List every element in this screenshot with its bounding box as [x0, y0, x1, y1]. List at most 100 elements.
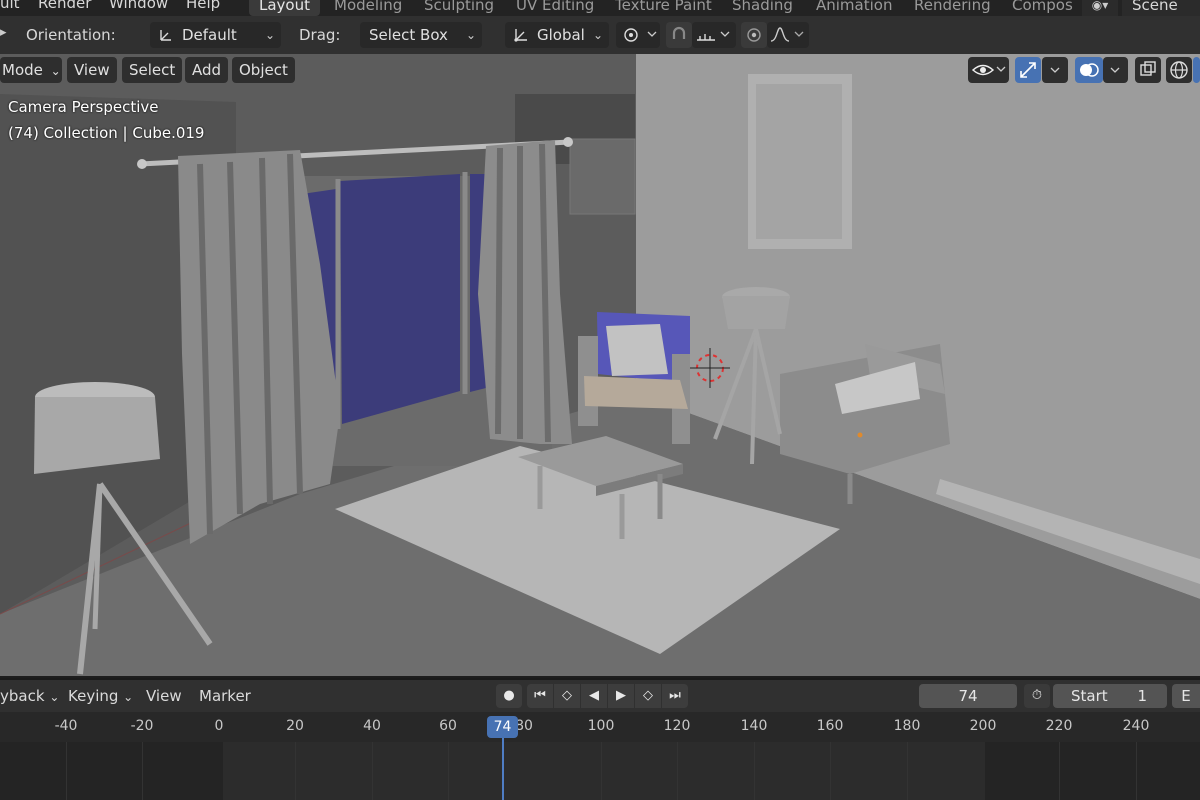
grid-line: [372, 742, 373, 800]
tab-texture-paint[interactable]: Texture Paint: [605, 0, 722, 16]
timeline-view-menu[interactable]: View: [146, 687, 182, 705]
gizmo-dropdown[interactable]: [1042, 57, 1068, 83]
ruler-tick: 160: [816, 718, 844, 734]
3d-viewport[interactable]: Mode ⌄ View Select Add Object Camera Per…: [0, 54, 1200, 676]
jump-end-button[interactable]: ⏭: [662, 684, 688, 708]
wireframe-sphere-icon: [1170, 61, 1188, 79]
drag-label: Drag:: [299, 26, 341, 44]
menu-object[interactable]: Object: [232, 57, 295, 83]
visibility-dropdown[interactable]: [968, 57, 1009, 83]
orientation-dropdown[interactable]: Default ⌄: [150, 22, 281, 48]
top-menu-bar: uit Render Window Help Layout Modeling S…: [0, 0, 1200, 16]
tab-shading[interactable]: Shading: [722, 0, 803, 16]
menu-window[interactable]: Window: [109, 0, 168, 12]
magnet-icon: [672, 26, 686, 39]
ruler-tick: 180: [893, 718, 921, 734]
collection-info-text: (74) Collection | Cube.019: [8, 124, 205, 142]
marker-menu[interactable]: Marker: [199, 687, 251, 705]
xray-squares-icon: [1140, 61, 1156, 76]
menu-help[interactable]: Help: [186, 0, 220, 12]
ruler-tick: 0: [214, 718, 224, 734]
grid-line: [754, 742, 755, 800]
grid-line: [448, 742, 449, 800]
tab-sculpting[interactable]: Sculpting: [414, 0, 504, 16]
menu-select[interactable]: Select: [122, 57, 183, 83]
gizmo-toggle-button[interactable]: [1015, 57, 1041, 83]
menu-edit[interactable]: uit: [0, 0, 20, 12]
grid-line: [66, 742, 67, 800]
prev-keyframe-button[interactable]: ◇: [554, 684, 580, 708]
record-button[interactable]: ●: [496, 684, 522, 708]
grid-line: [142, 742, 143, 800]
scene-selector-icon[interactable]: ◉▾: [1082, 0, 1118, 16]
chevron-down-icon: ⌄: [592, 28, 603, 42]
proportional-edit-button[interactable]: [741, 22, 767, 48]
menu-view[interactable]: View: [67, 57, 117, 83]
drag-value: Select Box: [369, 26, 448, 44]
menu-add[interactable]: Add: [185, 57, 229, 83]
pivot-point-button[interactable]: [616, 22, 660, 48]
ruler-tick: 60: [439, 718, 457, 734]
falloff-curve-icon: [770, 27, 804, 42]
current-frame-indicator[interactable]: 74: [487, 716, 518, 738]
tab-compositing[interactable]: Compos: [1002, 0, 1083, 16]
play-icon: ▶: [616, 688, 626, 703]
tab-modeling[interactable]: Modeling: [324, 0, 412, 16]
mode-dropdown[interactable]: Mode ⌄: [0, 57, 62, 83]
transform-space-value: Global: [537, 26, 585, 44]
stopwatch-icon: ⏱: [1031, 688, 1043, 703]
wireframe-shading-button[interactable]: [1166, 57, 1192, 83]
snap-target-dropdown[interactable]: [692, 22, 736, 48]
prev-keyframe-icon: ◇: [562, 688, 572, 703]
play-reverse-button[interactable]: ◀: [581, 684, 607, 708]
scene-render: [0, 54, 1200, 676]
playhead-line[interactable]: [502, 738, 504, 800]
start-frame-field[interactable]: Start 1: [1053, 684, 1167, 708]
timeline-tracks[interactable]: [0, 742, 1200, 800]
tab-rendering[interactable]: Rendering: [904, 0, 1001, 16]
chevron-down-icon: ⌄: [123, 690, 134, 704]
chevron-down-icon: ⌄: [264, 28, 275, 42]
solid-shading-button[interactable]: [1193, 57, 1200, 83]
collapse-arrow-icon[interactable]: ▸: [0, 25, 7, 40]
scene-name-field[interactable]: Scene: [1122, 0, 1200, 16]
proportional-falloff-dropdown[interactable]: [767, 22, 809, 48]
ruler-tick: 120: [663, 718, 691, 734]
end-frame-field[interactable]: E: [1172, 684, 1200, 708]
current-frame-field[interactable]: 74: [919, 684, 1017, 708]
next-keyframe-button[interactable]: ◇: [635, 684, 661, 708]
snap-toggle-button[interactable]: [666, 22, 692, 48]
overlays-dropdown[interactable]: [1103, 57, 1128, 83]
pivot-point-icon: [624, 28, 657, 42]
menu-render[interactable]: Render: [38, 0, 91, 12]
orientation-label: Orientation:: [26, 26, 116, 44]
jump-start-button[interactable]: ⏮: [527, 684, 553, 708]
overlays-toggle-button[interactable]: [1075, 57, 1103, 83]
tab-uv-editing[interactable]: UV Editing: [506, 0, 604, 16]
mode-label: Mode: [2, 61, 43, 79]
transform-orientation-dropdown[interactable]: Global ⌄: [505, 22, 609, 48]
jump-end-icon: ⏭: [669, 688, 681, 703]
ruler-tick: 200: [969, 718, 997, 734]
orientation-value: Default: [182, 26, 237, 44]
playback-menu[interactable]: yback ⌄: [0, 687, 59, 705]
stopwatch-button[interactable]: ⏱: [1024, 684, 1050, 708]
keying-menu[interactable]: Keying ⌄: [68, 687, 133, 705]
frame-range-area: [223, 742, 985, 800]
chevron-down-icon: ⌄: [49, 690, 60, 704]
xray-toggle-button[interactable]: [1135, 57, 1161, 83]
eye-icon: [971, 64, 1006, 76]
play-button[interactable]: ▶: [608, 684, 634, 708]
proportional-circle-icon: [747, 28, 761, 42]
grid-line: [677, 742, 678, 800]
gizmo-arrows-icon: [1020, 62, 1036, 78]
frame-ruler[interactable]: -40 -20 0 20 40 60 80 100 120 140 160 18…: [0, 712, 1200, 742]
snap-increment-icon: [697, 31, 730, 41]
ruler-tick: 220: [1045, 718, 1073, 734]
start-label: Start: [1071, 687, 1108, 705]
tab-animation[interactable]: Animation: [806, 0, 902, 16]
tab-layout[interactable]: Layout: [249, 0, 320, 16]
drag-dropdown[interactable]: Select Box ⌄: [360, 22, 482, 48]
record-dot-icon: ●: [503, 688, 515, 703]
tool-settings-header: ▸ Orientation: Default ⌄ Drag: Select Bo…: [0, 16, 1200, 54]
